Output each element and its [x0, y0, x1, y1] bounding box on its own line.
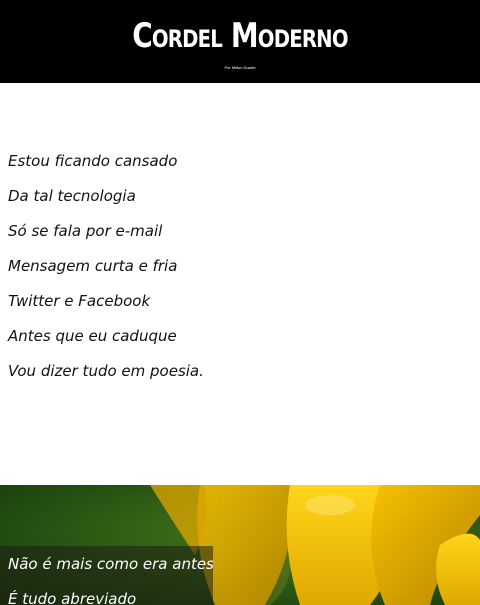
poem-line: Twitter e Facebook: [8, 292, 151, 310]
site-title[interactable]: Cordel Moderno: [43, 12, 437, 60]
poem-line: Estou ficando cansado: [8, 152, 178, 170]
poem-line: Da tal tecnologia: [8, 187, 136, 205]
poem-line: Só se fala por e-mail: [8, 222, 163, 240]
site-header: Cordel Moderno Por Milton Duarte: [0, 0, 480, 83]
poem-line: Mensagem curta e fria: [8, 257, 178, 275]
hero-caption-box: Não é mais como era antes É tudo abrevia…: [0, 546, 214, 605]
hero-caption-line: Não é mais como era antes: [8, 555, 214, 573]
hero-caption-line: É tudo abreviado: [8, 590, 137, 605]
poem-line: Antes que eu caduque: [8, 327, 177, 345]
poem-line: Vou dizer tudo em poesia.: [8, 362, 204, 380]
poem-stanza: Estou ficando cansado Da tal tecnologia …: [8, 150, 204, 395]
hero-section: Não é mais como era antes É tudo abrevia…: [0, 485, 480, 605]
site-byline: Por Milton Duarte: [224, 65, 256, 70]
